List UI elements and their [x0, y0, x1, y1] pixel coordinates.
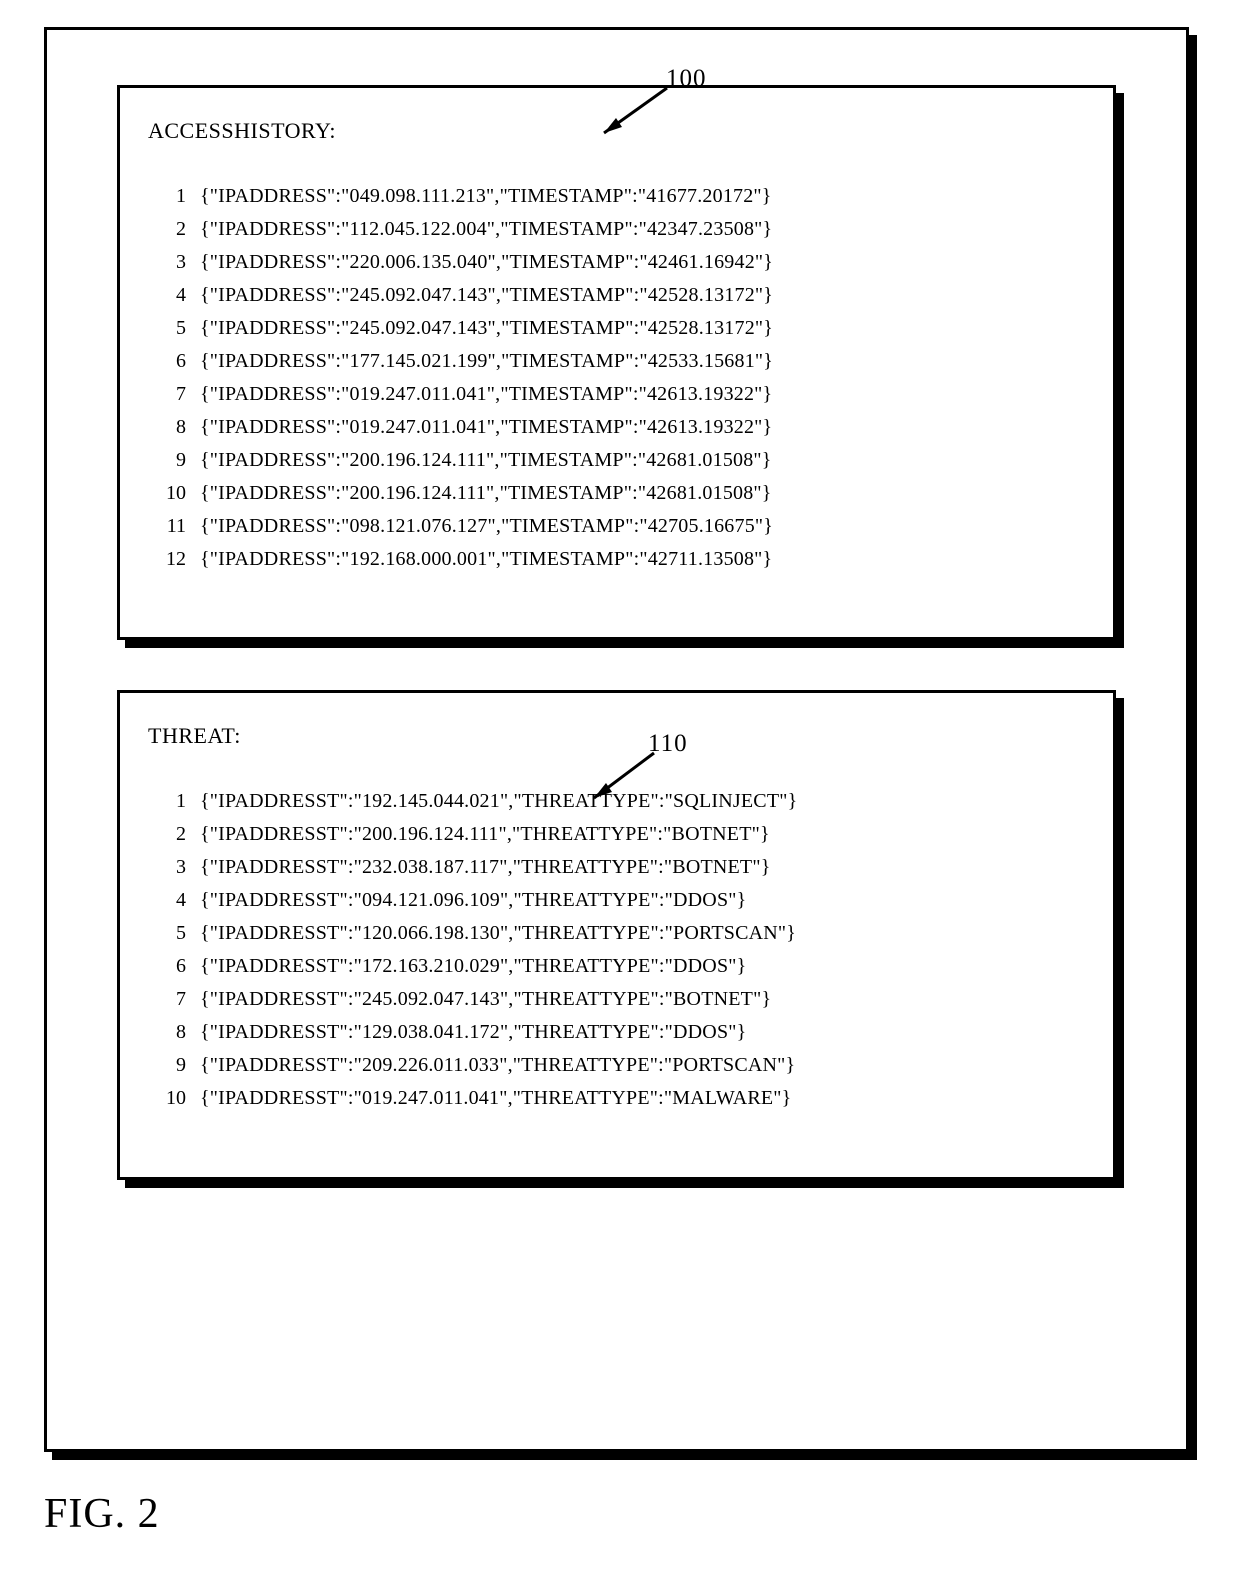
data-row: 3 {"IPADDRESS":"220.006.135.040","TIMESTA…	[148, 250, 1085, 275]
row-content: {"IPADDRESS":"019.247.011.041","TIMESTAM…	[200, 415, 772, 440]
row-number: 2	[148, 822, 186, 847]
row-number: 3	[148, 855, 186, 880]
data-row: 3 {"IPADDRESST":"232.038.187.117","THREAT…	[148, 855, 1085, 880]
row-content: {"IPADDRESS":"049.098.111.213","TIMESTAM…	[200, 184, 772, 209]
row-number: 5	[148, 921, 186, 946]
data-row: 1 {"IPADDRESS":"049.098.111.213","TIMESTA…	[148, 184, 1085, 209]
row-content: {"IPADDRESS":"245.092.047.143","TIMESTAM…	[200, 283, 773, 308]
data-row: 8 {"IPADDRESST":"129.038.041.172","THREAT…	[148, 1020, 1085, 1045]
row-number: 9	[148, 1053, 186, 1078]
data-row: 4 {"IPADDRESST":"094.121.096.109","THREAT…	[148, 888, 1085, 913]
row-content: {"IPADDRESS":"019.247.011.041","TIMESTAM…	[200, 382, 772, 407]
access-history-panel: ACCESSHISTORY: 1{"IPADDRESS":"049.098.11…	[117, 85, 1116, 640]
data-row: 9 {"IPADDRESST":"209.226.011.033","THREAT…	[148, 1053, 1085, 1078]
row-content: {"IPADDRESS":"192.168.000.001","TIMESTAM…	[200, 547, 772, 572]
data-row: 10 {"IPADDRESS":"200.196.124.111","TIMEST…	[148, 481, 1085, 506]
data-row: 7 {"IPADDRESST":"245.092.047.143","THREAT…	[148, 987, 1085, 1012]
row-number: 7	[148, 382, 186, 407]
row-content: {"IPADDRESST":"192.145.044.021","THREATT…	[200, 789, 797, 814]
row-number: 5	[148, 316, 186, 341]
row-content: {"IPADDRESST":"200.196.124.111","THREATT…	[200, 822, 770, 847]
row-content: {"IPADDRESST":"245.092.047.143","THREATT…	[200, 987, 771, 1012]
row-content: {"IPADDRESST":"172.163.210.029","THREATT…	[200, 954, 746, 979]
row-number: 12	[148, 547, 186, 572]
data-row: 11 {"IPADDRESS":"098.121.076.127","TIMEST…	[148, 514, 1085, 539]
row-number: 7	[148, 987, 186, 1012]
figure-label: FIG. 2	[44, 1490, 160, 1538]
row-content: {"IPADDRESS":"200.196.124.111","TIMESTAM…	[200, 481, 772, 506]
data-row: 5 {"IPADDRESS":"245.092.047.143","TIMESTA…	[148, 316, 1085, 341]
row-number: 6	[148, 349, 186, 374]
row-number: 4	[148, 888, 186, 913]
row-number: 11	[148, 514, 186, 539]
data-row: 8 {"IPADDRESS":"019.247.011.041","TIMESTA…	[148, 415, 1085, 440]
row-number: 6	[148, 954, 186, 979]
row-content: {"IPADDRESS":"220.006.135.040","TIMESTAM…	[200, 250, 773, 275]
row-content: {"IPADDRESST":"019.247.011.041","THREATT…	[200, 1086, 791, 1111]
data-row: 2 {"IPADDRESST":"200.196.124.111","THREAT…	[148, 822, 1085, 847]
data-row: 9 {"IPADDRESS":"200.196.124.111","TIMESTA…	[148, 448, 1085, 473]
threat-rows: 1 {"IPADDRESST":"192.145.044.021","THREAT…	[148, 789, 1085, 1111]
row-number: 8	[148, 415, 186, 440]
row-content: {"IPADDRESST":"120.066.198.130","THREATT…	[200, 921, 796, 946]
data-row: 2 {"IPADDRESS":"112.045.122.004","TIMESTA…	[148, 217, 1085, 242]
row-number: 10	[148, 481, 186, 506]
row-content: {"IPADDRESST":"232.038.187.117","THREATT…	[200, 855, 771, 880]
row-content: {"IPADDRESS":"200.196.124.111","TIMESTAM…	[200, 448, 772, 473]
row-content: {"IPADDRESS":"177.145.021.199","TIMESTAM…	[200, 349, 773, 374]
data-row: 12 {"IPADDRESS":"192.168.000.001","TIMEST…	[148, 547, 1085, 572]
data-row: 4 {"IPADDRESS":"245.092.047.143","TIMESTA…	[148, 283, 1085, 308]
row-number: 4	[148, 283, 186, 308]
row-number: 1	[148, 184, 186, 209]
row-content: {"IPADDRESST":"094.121.096.109","THREATT…	[200, 888, 746, 913]
data-row: 7 {"IPADDRESS":"019.247.011.041","TIMESTA…	[148, 382, 1085, 407]
row-number: 2	[148, 217, 186, 242]
row-content: {"IPADDRESST":"209.226.011.033","THREATT…	[200, 1053, 795, 1078]
threat-title: THREAT:	[148, 723, 1085, 749]
data-row: 6 {"IPADDRESS":"177.145.021.199","TIMESTA…	[148, 349, 1085, 374]
row-number: 10	[148, 1086, 186, 1111]
callout-110-arrow-icon	[582, 748, 664, 808]
data-row: 5 {"IPADDRESST":"120.066.198.130","THREAT…	[148, 921, 1085, 946]
row-number: 1	[148, 789, 186, 814]
row-number: 3	[148, 250, 186, 275]
outer-frame: 100 ACCESSHISTORY: 1{"IPADDRESS":"049.09…	[44, 27, 1189, 1452]
data-row: 10 {"IPADDRESST":"019.247.011.041","THREA…	[148, 1086, 1085, 1111]
access-history-rows: 1 {"IPADDRESS":"049.098.111.213","TIMESTA…	[148, 184, 1085, 572]
data-row: 6 {"IPADDRESST":"172.163.210.029","THREAT…	[148, 954, 1085, 979]
row-content: {"IPADDRESS":"245.092.047.143","TIMESTAM…	[200, 316, 773, 341]
row-content: {"IPADDRESS":"098.121.076.127","TIMESTAM…	[200, 514, 773, 539]
row-number: 9	[148, 448, 186, 473]
row-number: 8	[148, 1020, 186, 1045]
row-content: {"IPADDRESST":"129.038.041.172","THREATT…	[200, 1020, 746, 1045]
callout-100-arrow-icon	[592, 83, 674, 143]
row-content: {"IPADDRESS":"112.045.122.004","TIMESTAM…	[200, 217, 772, 242]
access-history-panel-wrapper: ACCESSHISTORY: 1{"IPADDRESS":"049.098.11…	[117, 85, 1116, 640]
